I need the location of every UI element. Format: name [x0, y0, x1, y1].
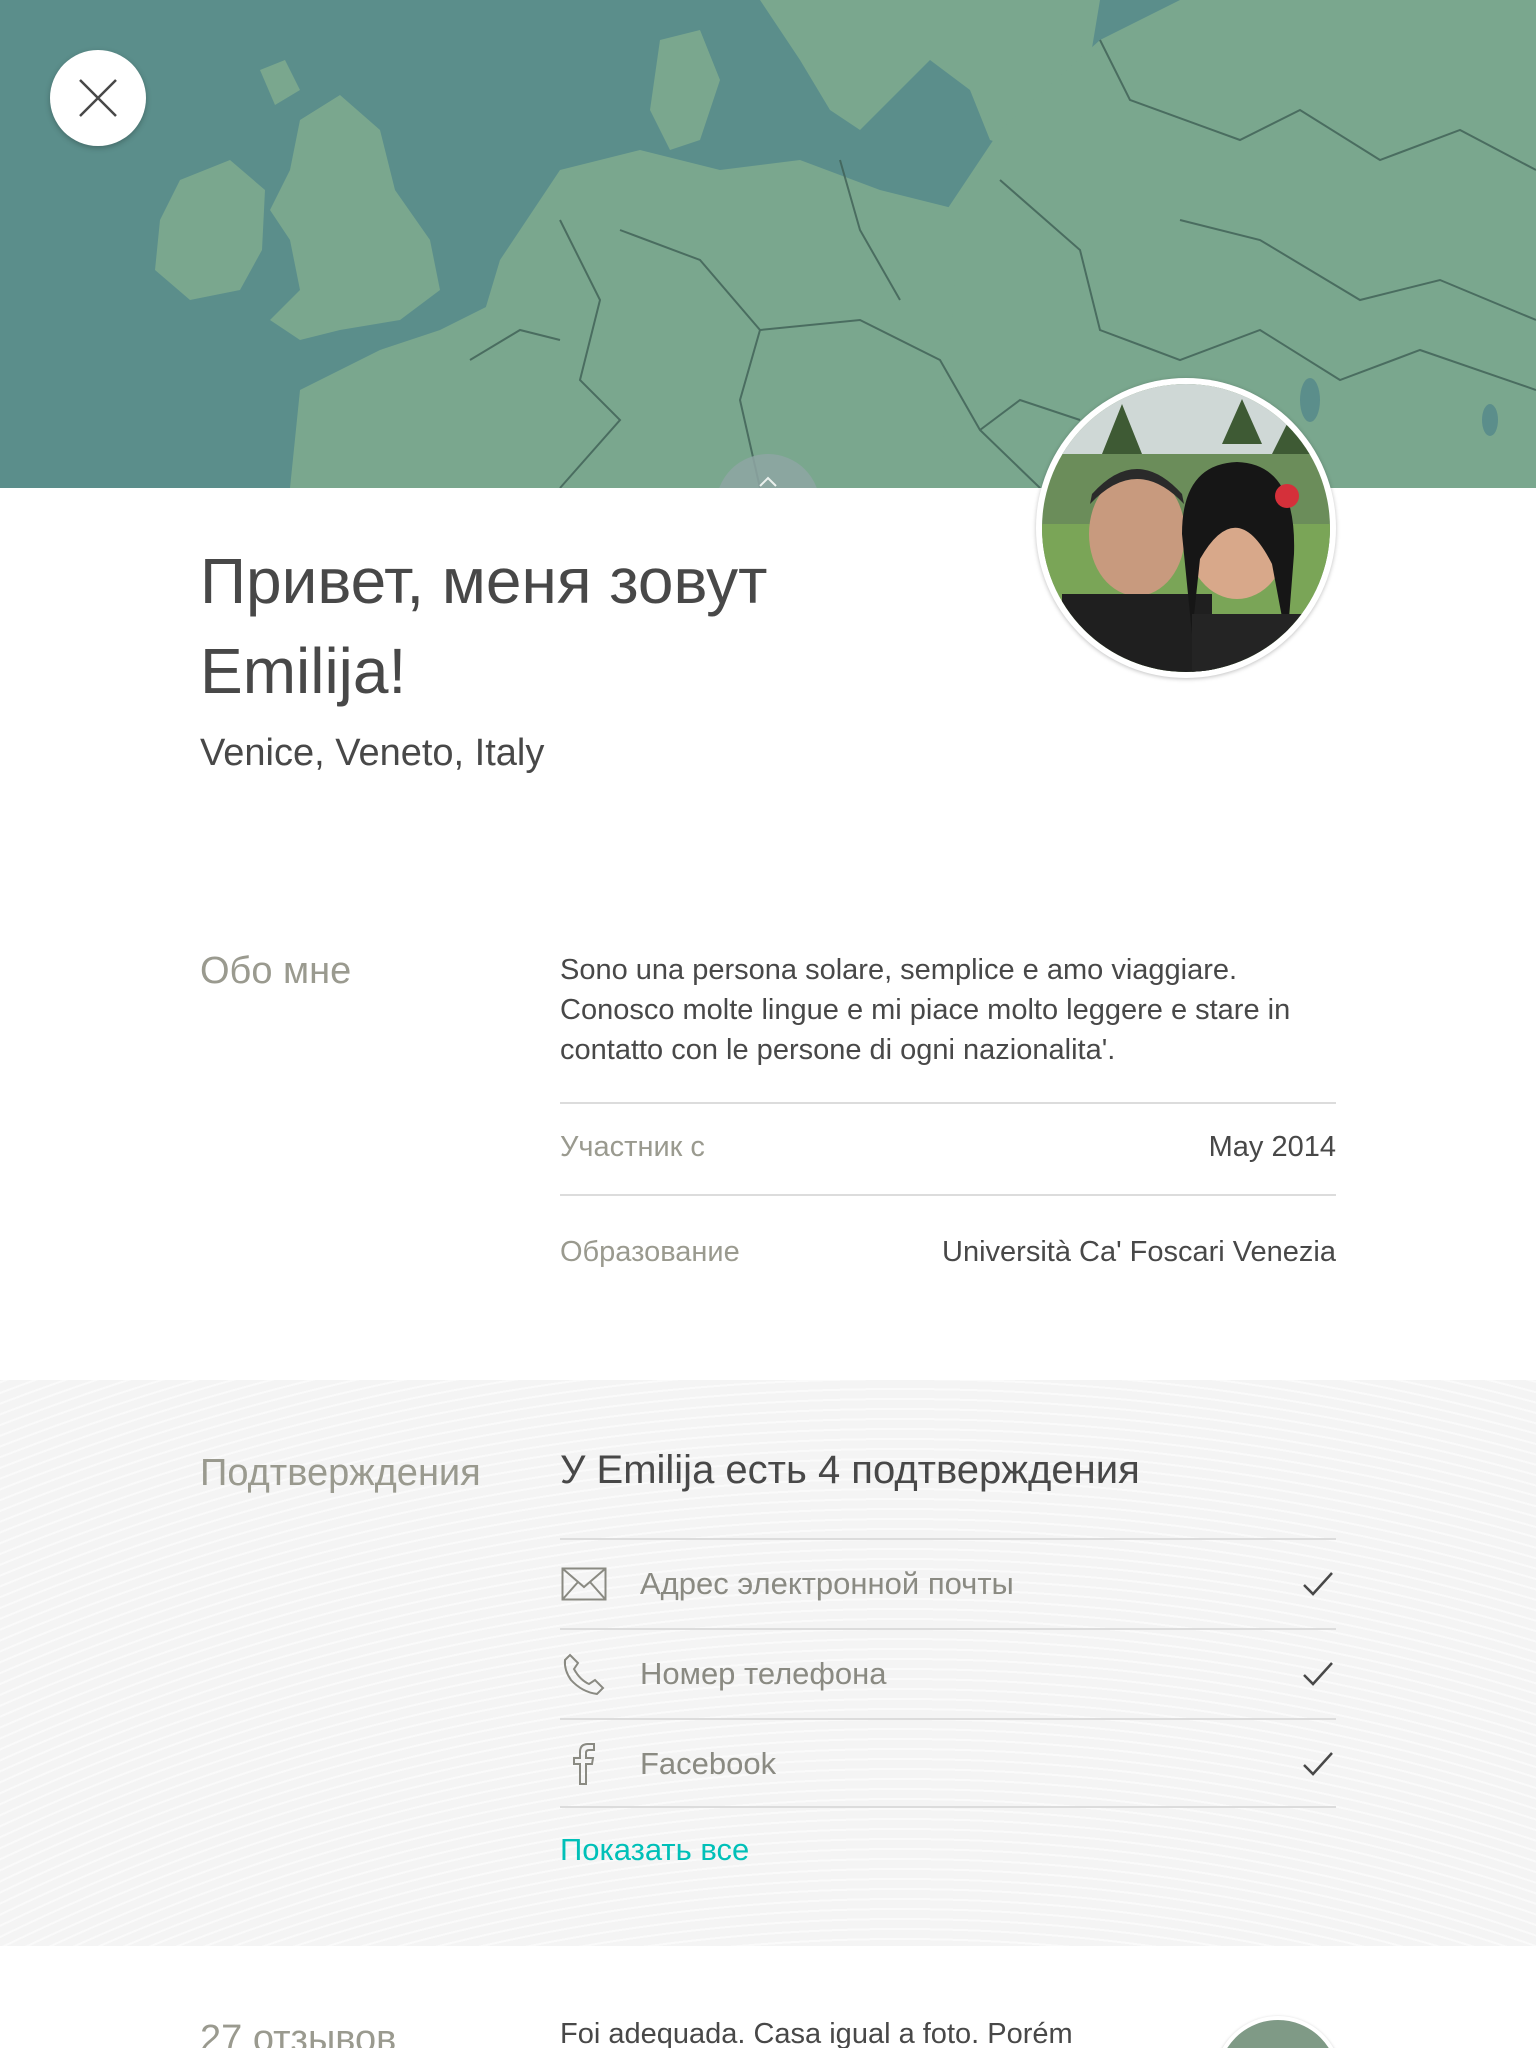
verifications-section: Подтверждения У Emilija есть 4 подтвержд…	[0, 1380, 1536, 1946]
education-value: Università Ca' Foscari Venezia	[942, 1235, 1336, 1268]
divider	[560, 1806, 1336, 1808]
verification-email: Адрес электронной почты	[560, 1540, 1336, 1628]
about-text: Sono una persona solare, semplice e amo …	[560, 954, 1291, 1066]
avatar-photo	[1042, 384, 1330, 672]
close-icon	[79, 79, 117, 117]
page-title: Привет, меня зовут Emilija!	[200, 545, 768, 707]
verification-label: Номер телефона	[640, 1656, 887, 1691]
education-row: Образование Università Ca' Foscari Venez…	[560, 1192, 1336, 1312]
verification-facebook: Facebook	[560, 1720, 1336, 1808]
verification-phone: Номер телефона	[560, 1630, 1336, 1718]
phone-icon	[560, 1650, 608, 1698]
checkmark-icon	[1300, 1656, 1336, 1692]
reviews-count: 27 отзывов	[200, 2018, 397, 2048]
show-all-link[interactable]: Показать все	[560, 1832, 749, 1868]
verification-label: Facebook	[640, 1746, 777, 1781]
chevron-up-icon	[759, 476, 777, 487]
host-location: Venice, Veneto, Italy	[200, 732, 545, 774]
close-button[interactable]	[50, 50, 146, 146]
member-since-value: May 2014	[1208, 1130, 1336, 1163]
host-profile-page: Привет, меня зовут Emilija! Venice, Vene…	[0, 0, 1536, 2048]
facebook-icon	[560, 1740, 608, 1788]
verifications-title: У Emilija есть 4 подтверждения	[560, 1448, 1140, 1492]
education-label: Образование	[560, 1235, 740, 1268]
member-since-label: Участник с	[560, 1130, 705, 1163]
review-snippet: Foi adequada. Casa igual a foto. Porém	[560, 2018, 1073, 2048]
verification-label: Адрес электронной почты	[640, 1566, 1014, 1601]
checkmark-icon	[1300, 1566, 1336, 1602]
envelope-icon	[560, 1560, 608, 1608]
reviews-section: 27 отзывов Foi adequada. Casa igual a fo…	[0, 1946, 1536, 2048]
checkmark-icon	[1300, 1746, 1336, 1782]
reviewer-avatar[interactable]	[1214, 2016, 1342, 2048]
avatar[interactable]	[1036, 378, 1336, 678]
about-label: Обо мне	[200, 950, 352, 992]
verifications-label: Подтверждения	[200, 1452, 481, 1494]
member-since-row: Участник с May 2014	[560, 1102, 1336, 1192]
